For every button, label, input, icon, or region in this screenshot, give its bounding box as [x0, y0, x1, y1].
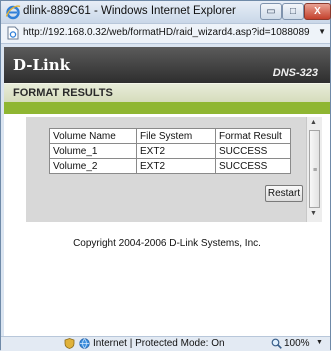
dlink-header: D-Link DNS-323 — [4, 47, 330, 83]
internet-explorer-icon — [5, 5, 21, 20]
restart-button[interactable]: Restart — [265, 185, 303, 202]
table-cell: Volume_1 — [49, 143, 137, 159]
security-zone-text[interactable]: Internet | Protected Mode: On — [93, 338, 225, 349]
table-header-row: Volume Name File System Format Result — [49, 128, 291, 144]
address-url[interactable]: http://192.168.0.32/web/formatHD/raid_wi… — [23, 27, 310, 38]
page-title: FORMAT RESULTS — [13, 87, 113, 99]
model-name: DNS-323 — [272, 67, 318, 79]
scroll-up-icon[interactable]: ▲ — [310, 119, 317, 126]
globe-icon — [79, 338, 90, 349]
status-bar: Internet | Protected Mode: On 100% ▼ — [1, 336, 330, 351]
zoom-level[interactable]: 100% — [284, 338, 310, 349]
shield-icon[interactable] — [64, 338, 75, 349]
dlink-logo: D-Link — [13, 56, 71, 74]
results-panel: Volume Name File System Format Result Vo… — [26, 117, 322, 222]
title-bar[interactable]: dlink-889C61 - Windows Internet Explorer… — [1, 1, 331, 23]
panel-scrollbar[interactable]: ▲ ≡ ▼ — [306, 117, 322, 222]
table-cell: SUCCESS — [215, 158, 291, 174]
zoom-dropdown-icon[interactable]: ▼ — [316, 339, 323, 346]
copyright-text: Copyright 2004-2006 D-Link Systems, Inc. — [73, 238, 261, 249]
address-bar[interactable]: http://192.168.0.32/web/formatHD/raid_wi… — [1, 23, 330, 44]
table-cell: SUCCESS — [215, 143, 291, 159]
scroll-down-icon[interactable]: ▼ — [310, 210, 317, 217]
table-row: Volume_1 EXT2 SUCCESS — [49, 143, 291, 159]
close-button[interactable]: X — [304, 3, 331, 20]
format-results-table: Volume Name File System Format Result Vo… — [49, 128, 291, 174]
table-row: Volume_2 EXT2 SUCCESS — [49, 158, 291, 174]
magnifier-icon[interactable] — [271, 338, 282, 349]
address-dropdown-icon[interactable]: ▼ — [318, 27, 326, 36]
page-title-band: FORMAT RESULTS — [4, 83, 330, 103]
table-cell: EXT2 — [136, 158, 216, 174]
minimize-button[interactable]: ▭ — [260, 3, 282, 20]
table-cell: EXT2 — [136, 143, 216, 159]
page-content: D-Link DNS-323 FORMAT RESULTS Volume Nam… — [4, 47, 330, 336]
table-cell: Volume_2 — [49, 158, 137, 174]
accent-bar — [4, 102, 330, 114]
grip-icon: ≡ — [313, 167, 318, 174]
page-icon — [7, 26, 19, 40]
window-title: dlink-889C61 - Windows Internet Explorer — [23, 5, 236, 17]
scroll-thumb[interactable]: ≡ — [309, 130, 320, 208]
column-header: Volume Name — [49, 128, 137, 144]
column-header: Format Result — [215, 128, 291, 144]
maximize-button[interactable]: □ — [282, 3, 304, 20]
browser-window: dlink-889C61 - Windows Internet Explorer… — [0, 0, 331, 351]
column-header: File System — [136, 128, 216, 144]
